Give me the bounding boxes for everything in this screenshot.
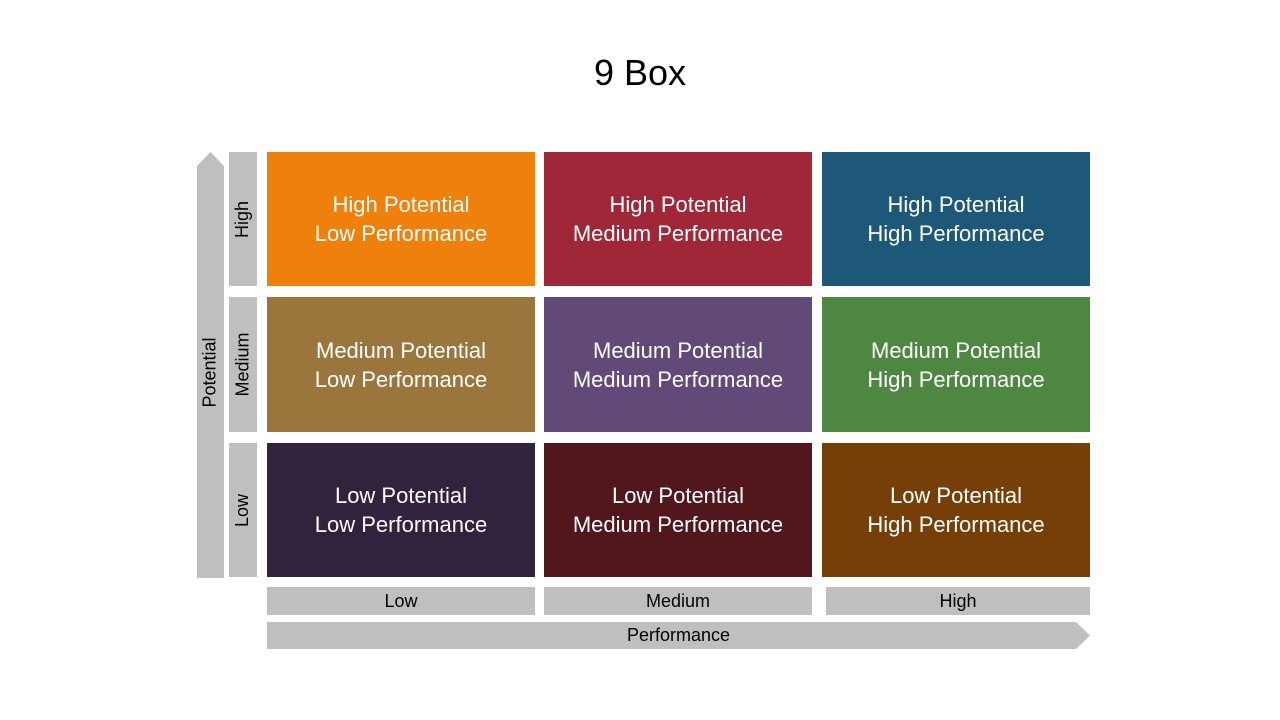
box-medium-potential-high-performance: Medium Potential High Performance <box>822 297 1090 432</box>
box-high-potential-low-performance: High Potential Low Performance <box>267 152 535 286</box>
box-low-potential-low-performance: Low Potential Low Performance <box>267 443 535 577</box>
potential-level-medium: Medium <box>229 297 257 432</box>
performance-axis-label: Performance <box>626 625 731 645</box>
potential-axis-label: Potential <box>200 336 220 408</box>
performance-level-low: Low <box>267 587 535 615</box>
performance-level-medium: Medium <box>544 587 812 615</box>
performance-level-high: High <box>826 587 1090 615</box>
potential-level-high: High <box>229 152 257 286</box>
box-low-potential-medium-performance: Low Potential Medium Performance <box>544 443 812 577</box>
potential-level-low: Low <box>229 443 257 577</box>
box-low-potential-high-performance: Low Potential High Performance <box>822 443 1090 577</box>
page-title: 9 Box <box>593 52 687 93</box>
box-high-potential-medium-performance: High Potential Medium Performance <box>544 152 812 286</box>
box-medium-potential-medium-performance: Medium Potential Medium Performance <box>544 297 812 432</box>
box-high-potential-high-performance: High Potential High Performance <box>822 152 1090 286</box>
box-medium-potential-low-performance: Medium Potential Low Performance <box>267 297 535 432</box>
